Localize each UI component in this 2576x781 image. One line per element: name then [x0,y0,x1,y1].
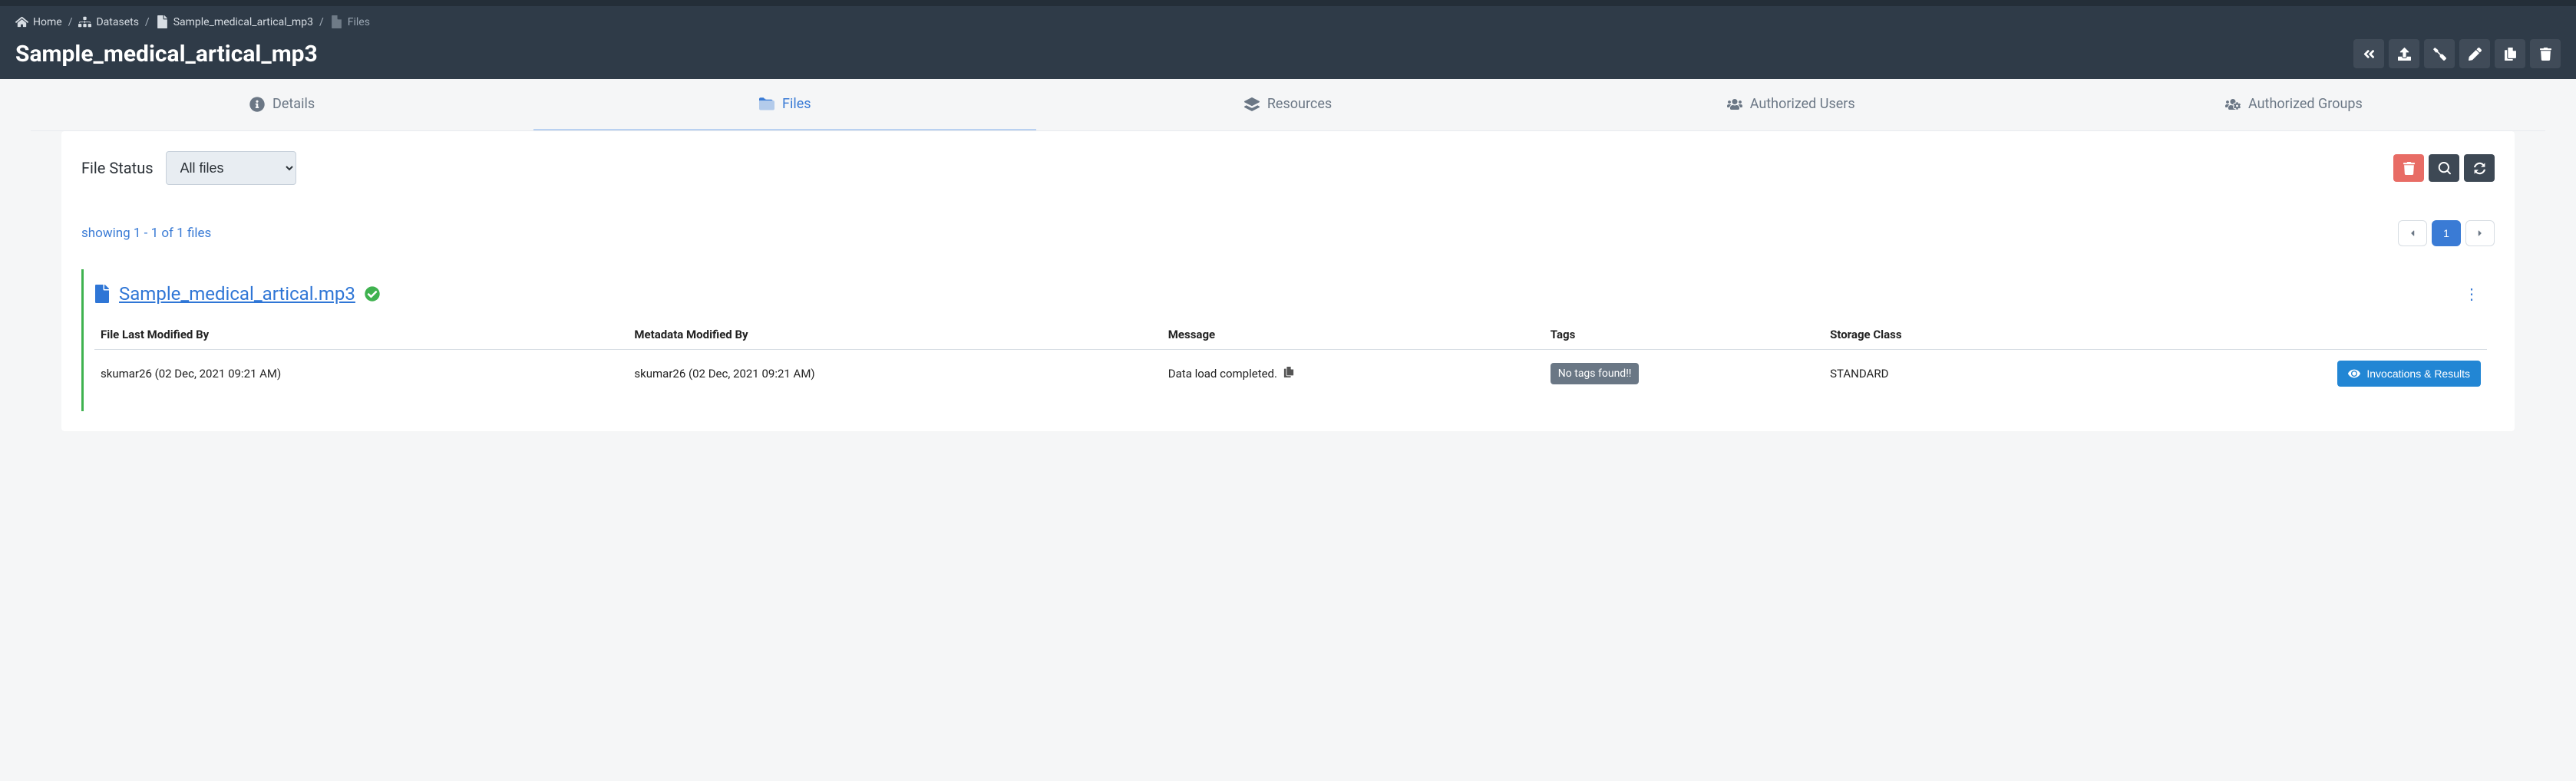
users-group-icon [2225,97,2241,112]
tabs-container: Details Files Resources Authorized Users… [0,79,2576,431]
tab-resources-label: Resources [1267,96,1332,112]
cell-metadata-modified: skumar26 (02 Dec, 2021 09:21 AM) [628,350,1161,398]
tools-icon [2433,48,2446,61]
layers-icon [1244,97,1260,112]
file-head: Sample_medical_artical.mp3 ⋮ [94,283,2487,305]
breadcrumb-home-label: Home [33,16,62,28]
cell-message: Data load completed. [1162,350,1544,398]
no-tags-pill: No tags found!! [1551,363,1640,384]
filter-right [2393,154,2495,182]
delete-button[interactable] [2530,39,2561,68]
copy-message-icon[interactable] [1283,367,1294,381]
copy-button[interactable] [2495,39,2525,68]
tab-authorized-groups-label: Authorized Groups [2248,96,2363,112]
invocations-results-button[interactable]: Invocations & Results [2337,361,2481,387]
pager-next[interactable] [2465,220,2495,246]
tab-resources[interactable]: Resources [1036,79,1539,130]
breadcrumb-current: Files [330,15,370,28]
showing-text: showing 1 - 1 of 1 files [81,226,211,241]
breadcrumb-home[interactable]: Home [15,15,62,28]
page-header: Home / Datasets / Sample_medical_artical… [0,0,2576,79]
pager-prev[interactable] [2398,220,2427,246]
page-title: Sample_medical_artical_mp3 [15,41,318,68]
file-table: File Last Modified By Metadata Modified … [94,320,2487,397]
pencil-icon [2469,48,2482,61]
angle-double-left-icon [2363,48,2376,61]
col-tags: Tags [1544,320,1824,350]
col-storage-class: Storage Class [1824,320,2056,350]
file-status-select[interactable]: All files [166,151,296,185]
file-more-menu[interactable]: ⋮ [2456,285,2487,303]
search-icon [2438,162,2451,175]
upload-icon [2398,48,2411,61]
listing-meta: showing 1 - 1 of 1 files 1 [81,220,2495,246]
copy-icon [2504,48,2517,61]
breadcrumb-sep: / [145,16,150,28]
invocations-btn-label: Invocations & Results [2366,367,2470,380]
home-icon [15,15,28,28]
pager-page-1[interactable]: 1 [2432,220,2461,246]
col-last-modified: File Last Modified By [94,320,628,350]
users-icon [1727,97,1742,112]
tab-authorized-groups[interactable]: Authorized Groups [2043,79,2545,130]
eye-icon [2348,367,2360,380]
refresh-icon [2473,162,2486,175]
col-metadata-modified: Metadata Modified By [628,320,1161,350]
file-status-label: File Status [81,159,154,177]
tab-details-label: Details [272,96,315,112]
refresh-button[interactable] [2464,154,2495,182]
pager-page-label: 1 [2443,227,2449,239]
page-head-row: Sample_medical_artical_mp3 [15,39,2561,68]
info-circle-icon [249,97,265,112]
file-icon [156,15,169,28]
caret-right-icon [2476,229,2484,238]
tabs: Details Files Resources Authorized Users… [31,79,2545,131]
breadcrumb-current-label: Files [348,16,370,28]
upload-button[interactable] [2389,39,2419,68]
breadcrumb-dataset-label: Sample_medical_artical_mp3 [173,16,313,28]
cell-last-modified: skumar26 (02 Dec, 2021 09:21 AM) [94,350,628,398]
collapse-button[interactable] [2353,39,2384,68]
files-stack-icon [759,97,774,112]
breadcrumb-sep: / [319,16,324,28]
breadcrumb-dataset[interactable]: Sample_medical_artical_mp3 [156,15,313,28]
breadcrumb-datasets[interactable]: Datasets [78,15,138,28]
file-name-link[interactable]: Sample_medical_artical.mp3 [119,283,355,305]
cell-storage-class: STANDARD [1824,350,2056,398]
filter-left: File Status All files [81,151,296,185]
cell-tags: No tags found!! [1544,350,1824,398]
trash-icon [2403,162,2416,175]
sitemap-icon [78,15,91,28]
tab-files-label: Files [782,96,811,112]
header-actions [2353,39,2561,68]
table-row: skumar26 (02 Dec, 2021 09:21 AM) skumar2… [94,350,2487,398]
col-message: Message [1162,320,1544,350]
tools-button[interactable] [2424,39,2455,68]
tab-details[interactable]: Details [31,79,533,130]
caret-left-icon [2409,229,2416,238]
content-card: File Status All files showing 1 - 1 of 1… [61,131,2515,431]
tab-authorized-users[interactable]: Authorized Users [1540,79,2043,130]
delete-selected-button[interactable] [2393,154,2424,182]
search-files-button[interactable] [2429,154,2459,182]
cell-actions: Invocations & Results [2056,350,2487,398]
breadcrumb-datasets-label: Datasets [96,16,138,28]
tab-authorized-users-label: Authorized Users [1750,96,1855,112]
files-icon [330,15,343,28]
cell-message-text: Data load completed. [1168,367,1277,381]
col-actions [2056,320,2487,350]
file-panel: Sample_medical_artical.mp3 ⋮ File Last M… [81,269,2495,411]
file-solid-icon [94,285,110,303]
file-head-left: Sample_medical_artical.mp3 [94,283,380,305]
edit-button[interactable] [2459,39,2490,68]
trash-icon [2539,48,2552,61]
table-header-row: File Last Modified By Metadata Modified … [94,320,2487,350]
breadcrumb: Home / Datasets / Sample_medical_artical… [15,6,2561,35]
tab-files[interactable]: Files [533,79,1036,130]
check-circle-icon [365,286,380,302]
filter-row: File Status All files [81,151,2495,185]
breadcrumb-sep: / [68,16,73,28]
pager: 1 [2398,220,2495,246]
